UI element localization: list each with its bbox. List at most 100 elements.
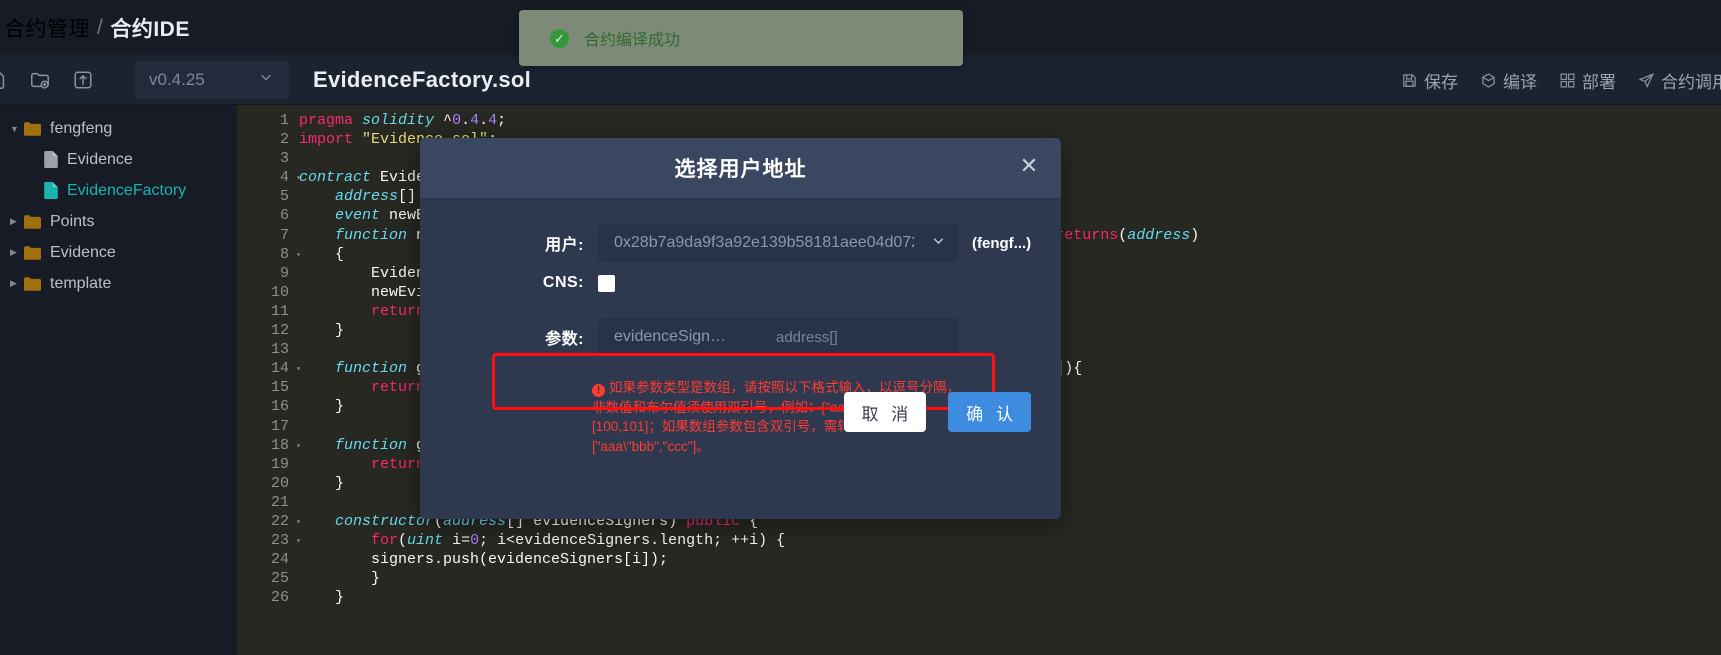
tree-item-evidencefactory-2[interactable]: EvidenceFactory: [0, 175, 237, 206]
line-number: 24: [270, 551, 289, 569]
deploy-button[interactable]: 部署: [1559, 68, 1616, 93]
line-number: 7: [279, 226, 289, 244]
chevron-down-icon[interactable]: ▼: [10, 124, 22, 134]
user-alias-label: (fengf...): [972, 234, 1032, 252]
param-placeholder: evidenceSign…: [614, 328, 727, 345]
chevron-right-icon[interactable]: ▶: [10, 278, 22, 289]
line-number: 6: [279, 207, 289, 225]
contract-call-button[interactable]: 合约调用: [1638, 68, 1721, 93]
folder-icon: [24, 214, 41, 229]
app-root: 合约管理 / 合约IDE v0.4.25 EvidenceFactory.sol…: [0, 0, 1721, 655]
fold-toggle-icon[interactable]: ▾: [296, 513, 301, 532]
cube-icon: [1480, 72, 1497, 89]
chevron-right-icon[interactable]: ▶: [10, 247, 22, 258]
line-number: 15: [270, 379, 289, 397]
file-icon: [44, 182, 58, 199]
modal-header: 选择用户地址 ✕: [420, 138, 1061, 198]
new-file-icon[interactable]: [0, 67, 10, 93]
solidity-version-select[interactable]: v0.4.25: [135, 60, 289, 99]
line-number: 11: [270, 302, 289, 320]
line-number: 21: [270, 493, 289, 511]
breadcrumb-current: 合约IDE: [110, 17, 190, 41]
tree-item-evidence-4[interactable]: ▶ Evidence: [0, 237, 237, 268]
param-type-hint: address[]: [776, 328, 838, 346]
toolbar-left-group: v0.4.25: [0, 60, 289, 99]
breadcrumb-parent[interactable]: 合约管理: [4, 13, 90, 43]
tree-item-label: Evidence: [50, 243, 116, 261]
toolbar-right-group: 保存 编译 部署 合约调用: [1401, 55, 1721, 105]
check-circle-icon: ✓: [550, 28, 569, 48]
save-button[interactable]: 保存: [1401, 68, 1458, 93]
cns-row: CNS:: [420, 274, 1061, 292]
compile-button[interactable]: 编译: [1480, 68, 1537, 93]
chevron-down-icon: [257, 68, 275, 91]
save-label: 保存: [1424, 72, 1458, 92]
new-folder-icon[interactable]: [27, 67, 53, 93]
chevron-right-icon[interactable]: ▶: [10, 216, 22, 227]
user-address-value: 0x28b7a9da9f3a92e139b58181aee04d072: [614, 234, 914, 251]
fold-toggle-icon[interactable]: ▾: [296, 169, 301, 188]
folder-icon: [24, 121, 41, 136]
version-value: v0.4.25: [149, 69, 205, 89]
line-number: 9: [279, 264, 289, 282]
fold-toggle-icon[interactable]: ▾: [296, 532, 301, 551]
close-icon[interactable]: ✕: [1017, 155, 1041, 179]
fold-toggle-icon[interactable]: ▾: [296, 437, 301, 456]
grid-icon: [1559, 72, 1576, 89]
line-number: 18 ▾: [237, 436, 301, 455]
upload-icon[interactable]: [70, 67, 96, 93]
tree-item-evidence-1[interactable]: Evidence: [0, 144, 237, 175]
deploy-label: 部署: [1582, 72, 1616, 92]
code-line: }: [299, 570, 381, 588]
line-number: 13: [270, 341, 289, 359]
compile-label: 编译: [1503, 72, 1537, 92]
chevron-down-icon: [930, 232, 947, 254]
code-line: }: [299, 589, 345, 607]
line-number: 26: [270, 589, 289, 607]
tree-item-label: Evidence: [67, 150, 133, 168]
modal-actions: 取 消 确 认: [843, 392, 1031, 433]
user-row: 用户: 0x28b7a9da9f3a92e139b58181aee04d072 …: [420, 224, 1061, 262]
folder-icon: [24, 245, 41, 260]
line-number: 2: [279, 131, 289, 149]
param-label: 参数:: [545, 331, 584, 348]
tree-item-label: Points: [50, 212, 95, 230]
line-number: 4 ▾: [237, 168, 301, 187]
line-number: 8 ▾: [237, 245, 301, 264]
tree-item-template-5[interactable]: ▶ template: [0, 268, 237, 299]
param-row: 参数: evidenceSign… address[]: [420, 318, 1061, 356]
fold-toggle-icon[interactable]: ▾: [296, 360, 301, 379]
line-number: 23 ▾: [237, 531, 301, 550]
contract-call-label: 合约调用: [1661, 72, 1721, 92]
toast-message: 合约编译成功: [584, 32, 681, 49]
fold-toggle-icon[interactable]: ▾: [296, 246, 301, 265]
param-input[interactable]: evidenceSign… address[]: [598, 318, 959, 356]
modal-body: 用户: 0x28b7a9da9f3a92e139b58181aee04d072 …: [420, 198, 1061, 456]
code-line: signers.push(evidenceSigners[i]);: [299, 551, 669, 569]
tree-item-points-3[interactable]: ▶ Points: [0, 206, 237, 237]
line-number: 14 ▾: [237, 359, 301, 378]
tree-item-fengfeng-0[interactable]: ▼ fengfeng: [0, 113, 237, 144]
line-number: 17: [270, 417, 289, 435]
code-line: for(uint i=0; i<evidenceSigners.length; …: [371, 532, 786, 550]
line-number: 22 ▾: [237, 512, 301, 531]
select-user-address-modal: 选择用户地址 ✕ 用户: 0x28b7a9da9f3a92e139b58181a…: [420, 138, 1061, 519]
tree-item-label: fengfeng: [50, 119, 113, 137]
confirm-button[interactable]: 确 认: [948, 392, 1031, 433]
line-number: 1: [279, 112, 289, 129]
code-line: pragma solidity ^0.4.4;: [299, 112, 507, 129]
modal-title: 选择用户地址: [674, 158, 807, 181]
user-label: 用户:: [545, 237, 584, 254]
line-number: 10: [270, 283, 289, 301]
open-file-title: EvidenceFactory.sol: [313, 66, 532, 92]
user-address-select[interactable]: 0x28b7a9da9f3a92e139b58181aee04d072: [598, 224, 959, 262]
file-tree-sidebar: ▼ fengfeng Evidence EvidenceFactory ▶ Points ▶…: [0, 105, 237, 655]
folder-icon: [24, 276, 41, 291]
editor-gutter: 1 2 3 4 ▾ 5 6 7 8 ▾ 9 10 11 12 13 14 ▾ 15 16 17 18 ▾ 19 20 21 22 ▾…: [237, 105, 301, 655]
cancel-button[interactable]: 取 消: [843, 392, 927, 433]
cns-checkbox[interactable]: [598, 274, 615, 292]
save-icon: [1401, 72, 1418, 89]
file-icon: [44, 151, 58, 168]
compile-success-toast: ✓ 合约编译成功: [519, 10, 963, 66]
cns-label: CNS:: [542, 274, 584, 291]
